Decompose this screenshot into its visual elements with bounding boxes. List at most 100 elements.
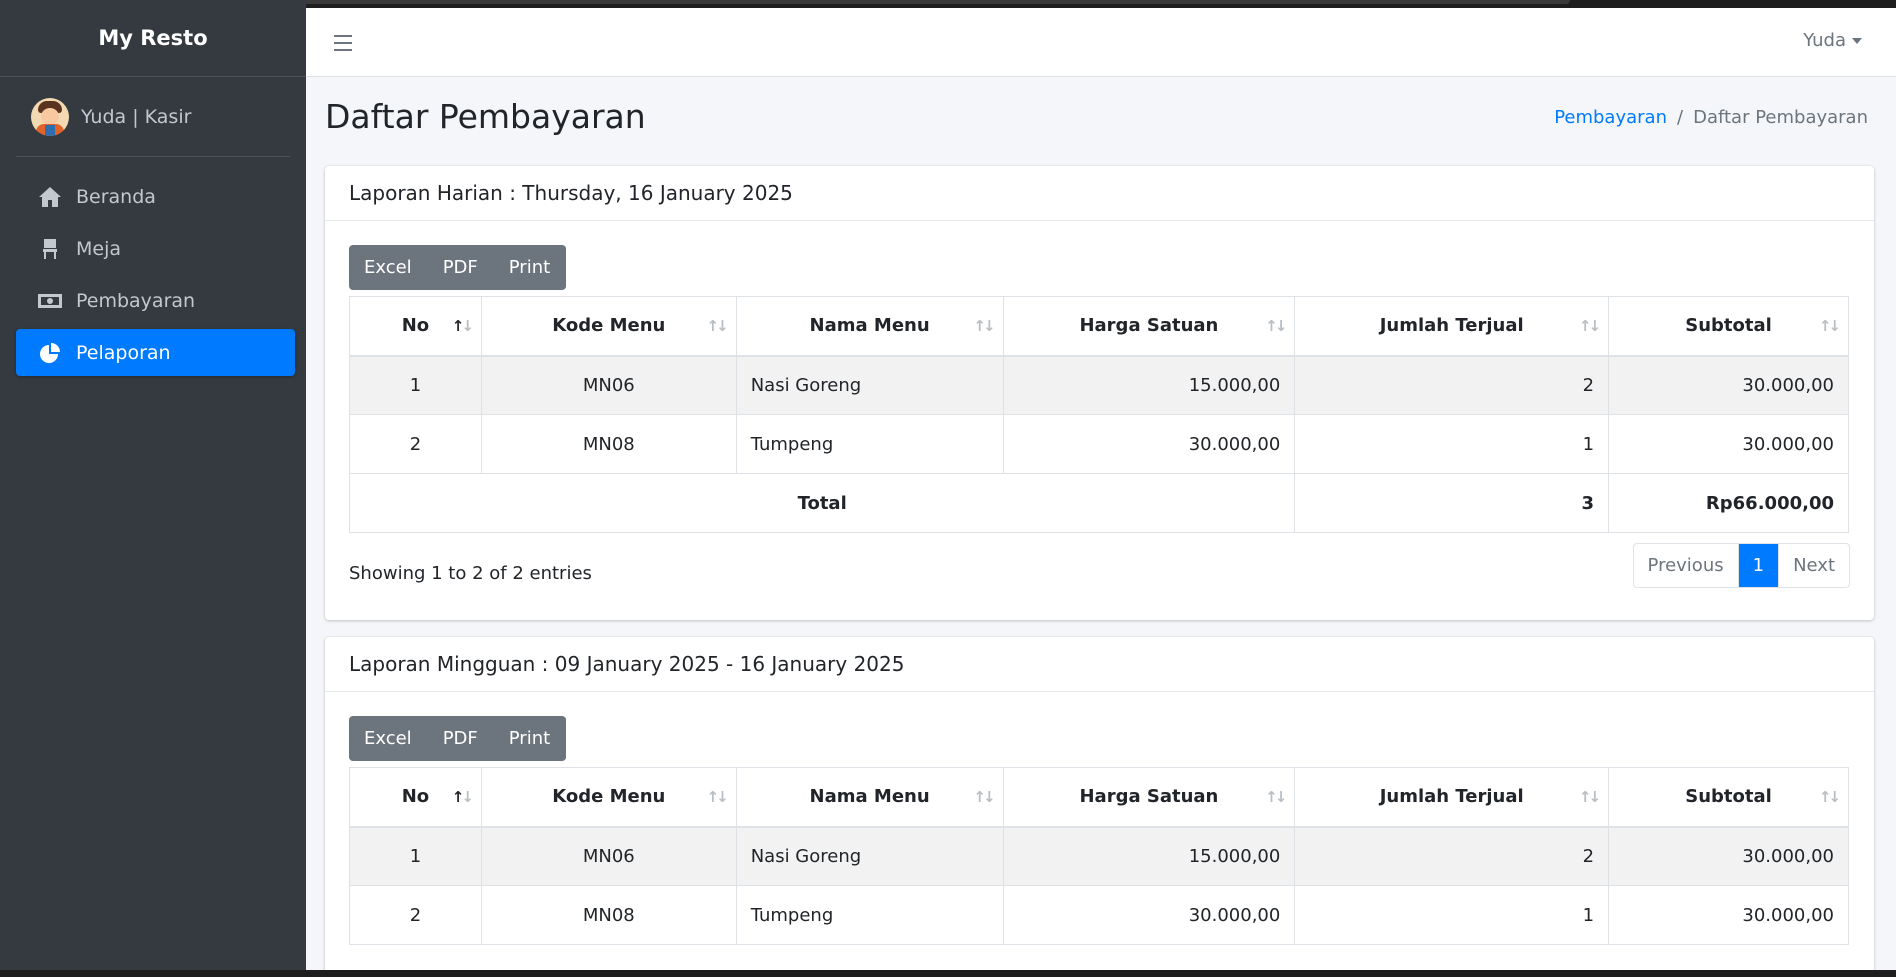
- sort-icon: ↑↓: [706, 788, 729, 806]
- column-header-nama-menu[interactable]: Nama Menu ↑↓: [735, 296, 1004, 357]
- sort-icon: ↑↓: [1818, 788, 1841, 806]
- cell-no: 1: [349, 826, 482, 886]
- user-panel[interactable]: Yuda | Kasir: [16, 77, 290, 157]
- user-dropdown-label: Yuda: [1803, 30, 1846, 51]
- cell-no: 1: [349, 355, 482, 415]
- daily-report-card: Laporan Harian : Thursday, 16 January 20…: [325, 166, 1874, 620]
- cell-harga-satuan: 15.000,00: [1002, 826, 1296, 886]
- pagination-previous[interactable]: Previous: [1634, 544, 1739, 587]
- page-title: Daftar Pembayaran: [325, 97, 646, 136]
- excel-button[interactable]: Excel: [349, 716, 428, 761]
- breadcrumb: Pembayaran / Daftar Pembayaran: [1554, 107, 1868, 128]
- pdf-button[interactable]: PDF: [428, 716, 494, 761]
- cell-subtotal: 30.000,00: [1608, 826, 1849, 886]
- sidebar-nav: Beranda Meja Pembayaran Pelaporan: [0, 157, 306, 376]
- card-title: Laporan Harian : Thursday, 16 January 20…: [325, 166, 1874, 221]
- table-row: 1 MN06 Nasi Goreng 15.000,00 2 30.000,00: [349, 355, 1849, 415]
- cell-subtotal: 30.000,00: [1608, 414, 1849, 474]
- column-header-no[interactable]: No ↑↓: [349, 296, 482, 357]
- cell-kode-menu: MN08: [480, 885, 737, 945]
- cell-kode-menu: MN08: [480, 414, 737, 474]
- cell-kode-menu: MN06: [480, 826, 737, 886]
- sidebar-item-label: Beranda: [76, 185, 156, 208]
- chart-pie-icon: [40, 342, 60, 363]
- sidebar-item-meja[interactable]: Meja: [16, 225, 295, 272]
- sort-icon: ↑↓: [1578, 317, 1601, 335]
- brand-link[interactable]: My Resto: [0, 0, 306, 77]
- breadcrumb-link[interactable]: Pembayaran: [1554, 107, 1667, 128]
- cell-kode-menu: MN06: [480, 355, 737, 415]
- pagination-page-1[interactable]: 1: [1738, 544, 1780, 587]
- window-top-edge: [220, 0, 1570, 4]
- sort-icon: ↑↓: [1818, 317, 1841, 335]
- column-header-nama-menu[interactable]: Nama Menu ↑↓: [735, 767, 1004, 828]
- sort-icon: ↑↓: [451, 317, 474, 335]
- cell-jumlah-terjual: 1: [1294, 414, 1610, 474]
- total-amount: Rp66.000,00: [1608, 473, 1849, 533]
- pagination: Previous 1 Next: [1632, 543, 1850, 588]
- money-bill-icon: [38, 293, 62, 308]
- sidebar-item-label: Pembayaran: [76, 289, 196, 312]
- table-row: 2 MN08 Tumpeng 30.000,00 1 30.000,00: [349, 885, 1849, 945]
- column-header-kode-menu[interactable]: Kode Menu ↑↓: [480, 767, 737, 828]
- sidebar-item-pelaporan[interactable]: Pelaporan: [16, 329, 295, 376]
- export-button-group: Excel PDF Print: [349, 716, 567, 761]
- user-panel-name: Yuda | Kasir: [81, 105, 192, 128]
- column-header-subtotal[interactable]: Subtotal ↑↓: [1608, 767, 1849, 828]
- cell-nama-menu: Tumpeng: [735, 414, 1004, 474]
- cell-subtotal: 30.000,00: [1608, 355, 1849, 415]
- table-row: 1 MN06 Nasi Goreng 15.000,00 2 30.000,00: [349, 826, 1849, 886]
- user-avatar: [31, 97, 69, 136]
- menu-toggle-icon[interactable]: [334, 35, 352, 51]
- column-header-jumlah-terjual[interactable]: Jumlah Terjual ↑↓: [1294, 767, 1610, 828]
- breadcrumb-current: Daftar Pembayaran: [1693, 107, 1868, 128]
- column-header-harga-satuan[interactable]: Harga Satuan ↑↓: [1002, 767, 1296, 828]
- card-title: Laporan Mingguan : 09 January 2025 - 16 …: [325, 637, 1874, 692]
- sort-icon: ↑↓: [1265, 317, 1287, 335]
- caret-down-icon: [1852, 38, 1862, 44]
- sidebar-item-label: Pelaporan: [76, 341, 171, 364]
- column-header-subtotal[interactable]: Subtotal ↑↓: [1608, 296, 1849, 357]
- total-row: Total 3 Rp66.000,00: [348, 473, 1849, 533]
- home-icon: [39, 186, 61, 207]
- sidebar-item-pembayaran[interactable]: Pembayaran: [16, 277, 295, 324]
- export-button-group: Excel PDF Print: [349, 245, 567, 290]
- cell-jumlah-terjual: 2: [1294, 355, 1610, 415]
- total-label: Total: [348, 473, 1296, 533]
- cell-jumlah-terjual: 2: [1294, 826, 1610, 886]
- chair-icon: [43, 238, 57, 259]
- pagination-next[interactable]: Next: [1779, 544, 1849, 587]
- cell-no: 2: [349, 414, 482, 474]
- sort-icon: ↑↓: [706, 317, 729, 335]
- column-header-harga-satuan[interactable]: Harga Satuan ↑↓: [1002, 296, 1296, 357]
- weekly-report-card: Laporan Mingguan : 09 January 2025 - 16 …: [325, 637, 1874, 970]
- report-table: No ↑↓ Kode Menu ↑↓ Nama Menu ↑↓ Harga Satua…: [348, 296, 1849, 533]
- top-navbar: Yuda: [306, 8, 1896, 77]
- print-button[interactable]: Print: [494, 245, 567, 290]
- pdf-button[interactable]: PDF: [428, 245, 494, 290]
- table-row: 2 MN08 Tumpeng 30.000,00 1 30.000,00: [349, 414, 1849, 474]
- cell-nama-menu: Nasi Goreng: [735, 826, 1004, 886]
- cell-subtotal: 30.000,00: [1608, 885, 1849, 945]
- report-table: No ↑↓ Kode Menu ↑↓ Nama Menu ↑↓ Harga Satua…: [349, 767, 1849, 945]
- brand-text: My Resto: [98, 26, 208, 50]
- window-frame: My Resto Yuda | Kasir Beranda Meja Pemba…: [0, 0, 1896, 977]
- excel-button[interactable]: Excel: [349, 245, 428, 290]
- sort-icon: ↑↓: [1578, 788, 1601, 806]
- column-header-no[interactable]: No ↑↓: [349, 767, 482, 828]
- sort-icon: ↑↓: [973, 317, 995, 335]
- sidebar-item-beranda[interactable]: Beranda: [16, 173, 295, 220]
- cell-nama-menu: Nasi Goreng: [735, 355, 1004, 415]
- cell-harga-satuan: 15.000,00: [1002, 355, 1296, 415]
- cell-nama-menu: Tumpeng: [735, 885, 1004, 945]
- user-dropdown[interactable]: Yuda: [1803, 30, 1862, 51]
- total-qty: 3: [1294, 473, 1610, 533]
- cell-harga-satuan: 30.000,00: [1002, 414, 1296, 474]
- sort-icon: ↑↓: [973, 788, 995, 806]
- sidebar: My Resto Yuda | Kasir Beranda Meja Pemba…: [0, 0, 306, 970]
- column-header-kode-menu[interactable]: Kode Menu ↑↓: [480, 296, 737, 357]
- cell-harga-satuan: 30.000,00: [1002, 885, 1296, 945]
- content-header: Daftar Pembayaran Pembayaran / Daftar Pemb…: [306, 77, 1896, 157]
- print-button[interactable]: Print: [494, 716, 567, 761]
- column-header-jumlah-terjual[interactable]: Jumlah Terjual ↑↓: [1294, 296, 1610, 357]
